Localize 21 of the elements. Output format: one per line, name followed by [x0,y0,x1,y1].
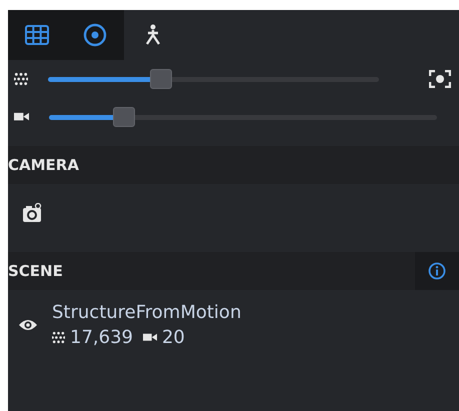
points-icon [52,331,65,344]
target-tab[interactable] [66,10,124,60]
info-icon [428,262,446,280]
slider-handle[interactable] [150,69,172,89]
figure-icon [143,24,163,46]
video-camera-icon [14,111,29,123]
section-title: SCENE [8,262,63,280]
points-icon [14,72,28,86]
video-camera-icon [142,332,157,343]
node-name: StructureFromMotion [52,302,242,323]
camera-count: 20 [162,327,185,348]
section-title: CAMERA [8,156,79,174]
slider-handle[interactable] [113,107,136,127]
grid-view-tab[interactable] [8,10,66,60]
info-button[interactable] [415,252,459,290]
point-count: 17,639 [70,327,133,348]
target-icon [83,23,107,47]
grid-icon [25,25,49,45]
camera-icon[interactable] [22,203,42,223]
focus-icon[interactable] [429,70,451,88]
eye-icon[interactable] [18,318,38,332]
